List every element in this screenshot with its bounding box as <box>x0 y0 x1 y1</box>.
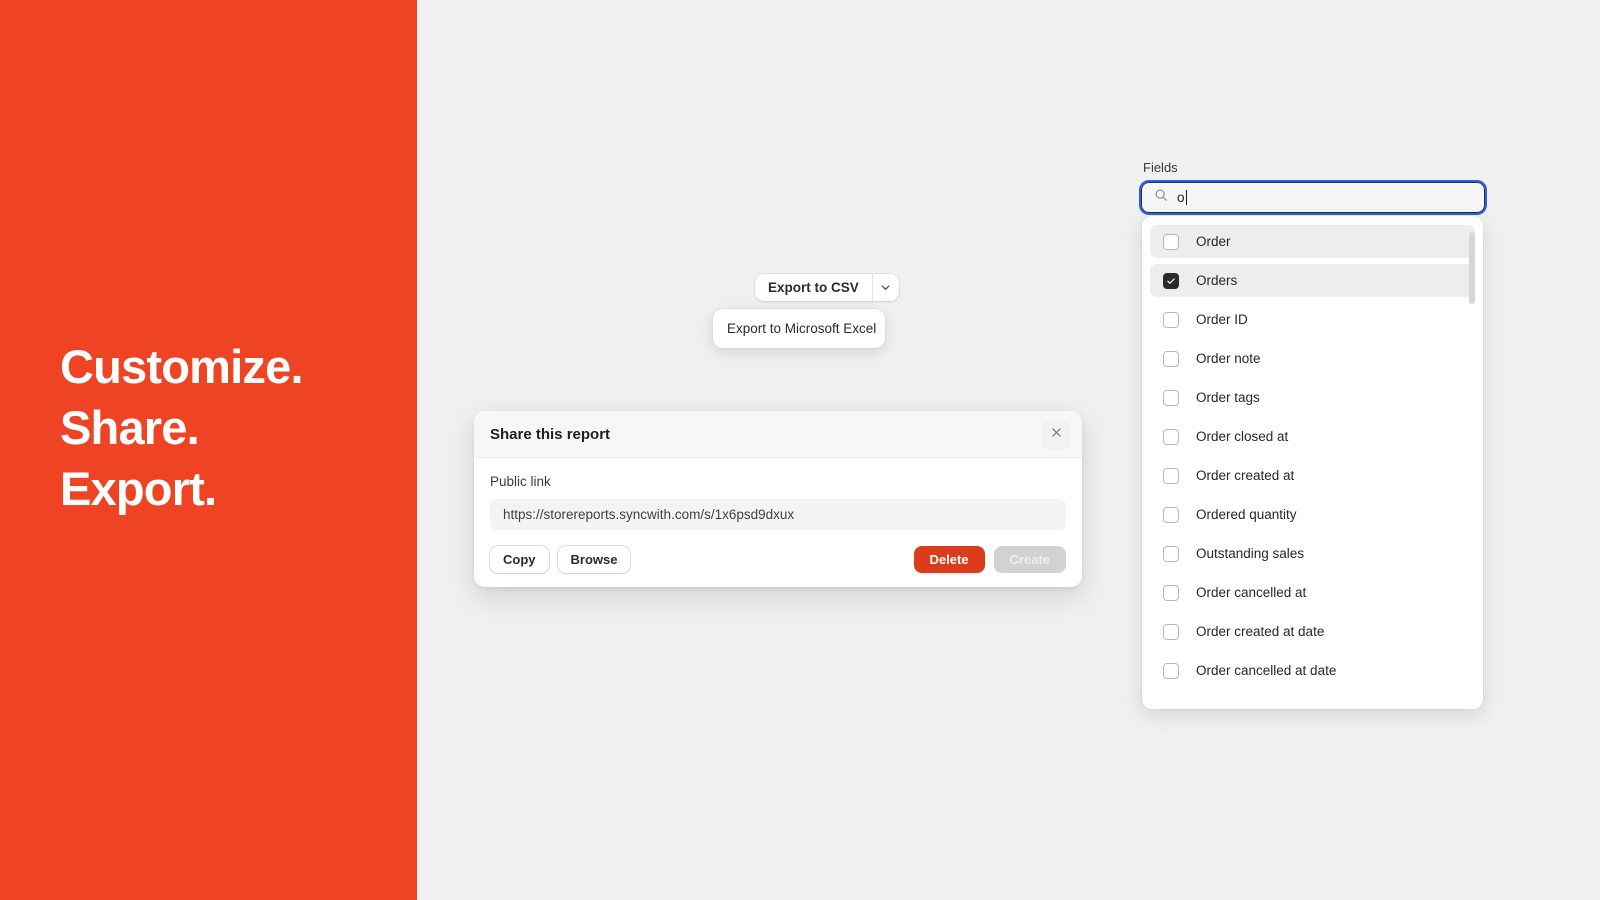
dialog-actions: Copy Browse Delete Create <box>490 546 1066 573</box>
field-option-row[interactable]: Order <box>1150 225 1475 258</box>
field-option-row[interactable]: Order created at date <box>1150 615 1475 648</box>
public-link-label: Public link <box>490 474 551 489</box>
create-button: Create <box>993 546 1066 573</box>
search-text-value: o <box>1177 190 1185 205</box>
copy-button[interactable]: Copy <box>490 546 549 573</box>
field-option-row[interactable]: Order tags <box>1150 381 1475 414</box>
field-option-row[interactable]: Order cancelled at <box>1150 576 1475 609</box>
export-dropdown-toggle[interactable] <box>873 274 899 301</box>
export-to-csv-button[interactable]: Export to CSV <box>755 274 872 301</box>
field-option-row[interactable]: Orders <box>1150 264 1475 297</box>
search-icon <box>1154 188 1168 207</box>
field-option-row[interactable]: Order ID <box>1150 303 1475 336</box>
share-report-dialog: Share this report Public link https://st… <box>474 411 1082 587</box>
checkbox-icon[interactable] <box>1163 623 1179 640</box>
hero-headline-line-2: Share. <box>60 401 200 454</box>
fields-dropdown-panel: Order Orders Order ID Order note Order tags O… <box>1142 216 1483 709</box>
field-option-label: Order <box>1196 234 1231 249</box>
checkbox-icon[interactable] <box>1163 350 1179 367</box>
field-option-row[interactable]: Order created at <box>1150 459 1475 492</box>
checkbox-icon[interactable] <box>1163 389 1179 406</box>
hero-headline: Customize. Share. Export. <box>60 336 400 519</box>
field-option-row[interactable]: Outstanding sales <box>1150 537 1475 570</box>
field-option-label: Order closed at <box>1196 429 1289 444</box>
field-option-label: Order created at <box>1196 468 1295 483</box>
field-option-label: Orders <box>1196 273 1238 288</box>
search-input-value: o <box>1177 190 1187 205</box>
checkbox-icon[interactable] <box>1163 506 1179 523</box>
checkbox-checked-icon[interactable] <box>1163 272 1179 289</box>
field-option-label: Outstanding sales <box>1196 546 1305 561</box>
checkbox-icon[interactable] <box>1163 584 1179 601</box>
field-option-row[interactable]: Ordered quantity <box>1150 498 1475 531</box>
scrollbar-track[interactable] <box>1469 223 1479 702</box>
dialog-body: Public link https://storereports.syncwit… <box>474 458 1082 587</box>
dialog-title: Share this report <box>490 425 611 443</box>
hero-panel: Customize. Share. Export. <box>0 0 417 900</box>
fields-option-list[interactable]: Order Orders Order ID Order note Order tags O… <box>1142 216 1483 709</box>
scrollbar-thumb[interactable] <box>1469 232 1475 304</box>
field-option-label: Order tags <box>1196 390 1260 405</box>
checkbox-icon[interactable] <box>1163 311 1179 328</box>
export-split-button[interactable]: Export to CSV <box>755 274 899 301</box>
field-option-label: Order cancelled at date <box>1196 663 1337 678</box>
export-dropdown-menu: Export to Microsoft Excel <box>713 309 885 348</box>
app-root: Customize. Share. Export. Export to CSV … <box>0 0 1600 900</box>
field-option-row[interactable]: Order cancelled at date <box>1150 654 1475 687</box>
browse-button[interactable]: Browse <box>557 546 631 573</box>
public-link-field[interactable]: https://storereports.syncwith.com/s/1x6p… <box>490 499 1066 530</box>
field-option-label: Order cancelled at <box>1196 585 1307 600</box>
field-option-row[interactable]: Order note <box>1150 342 1475 375</box>
checkbox-icon[interactable] <box>1163 428 1179 445</box>
menu-item-export-excel[interactable]: Export to Microsoft Excel <box>727 321 876 336</box>
checkbox-icon[interactable] <box>1163 467 1179 484</box>
field-option-label: Ordered quantity <box>1196 507 1297 522</box>
close-button[interactable] <box>1042 421 1070 449</box>
dialog-header: Share this report <box>474 411 1082 458</box>
text-cursor <box>1185 190 1187 205</box>
checkbox-icon[interactable] <box>1163 233 1179 250</box>
chevron-down-icon <box>879 281 892 294</box>
checkbox-icon[interactable] <box>1163 545 1179 562</box>
hero-headline-line-3: Export. <box>60 462 217 515</box>
fields-label: Fields <box>1143 160 1178 175</box>
delete-button[interactable]: Delete <box>913 546 985 573</box>
fields-block: Fields o <box>1139 160 1487 215</box>
field-option-label: Order created at date <box>1196 624 1325 639</box>
hero-headline-line-1: Customize. <box>60 340 304 393</box>
field-option-label: Order note <box>1196 351 1261 366</box>
fields-search-input[interactable]: o <box>1139 180 1487 215</box>
field-option-label: Order ID <box>1196 312 1248 327</box>
field-option-row[interactable]: Order closed at <box>1150 420 1475 453</box>
close-icon <box>1050 426 1063 444</box>
export-control: Export to CSV Export to Microsoft Excel <box>713 274 899 348</box>
checkbox-icon[interactable] <box>1163 662 1179 679</box>
